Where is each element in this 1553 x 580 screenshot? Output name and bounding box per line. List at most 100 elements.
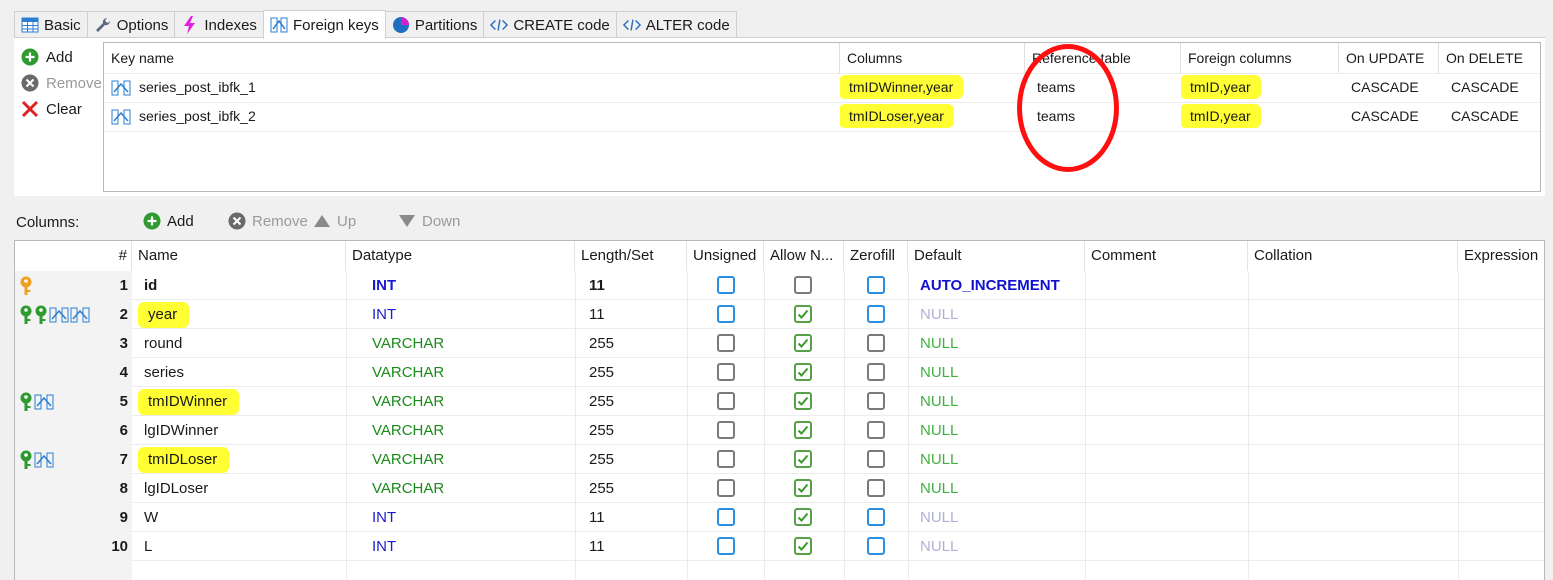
zerofill-checkbox[interactable] [867,276,885,294]
length-cell[interactable]: 255 [575,445,687,474]
fk-row-1-on-delete[interactable]: CASCADE [1439,73,1540,102]
tab-indexes[interactable]: Indexes [174,11,264,38]
tab-partitions[interactable]: Partitions [384,11,485,38]
unsigned-checkbox[interactable] [717,334,735,352]
fk-row-2-columns[interactable]: tmIDLoser,year [840,102,1025,131]
row-number[interactable]: 2 [75,300,132,329]
fk-header-key-name[interactable]: Key name [104,43,840,73]
default-cell[interactable]: NULL [908,503,1085,532]
fk-row-2-foreign-columns[interactable]: tmID,year [1181,102,1339,131]
column-down-button[interactable]: Down [397,211,460,231]
col-header-name[interactable]: Name [132,241,346,271]
unsigned-checkbox[interactable] [717,305,735,323]
tab-options[interactable]: Options [86,11,176,38]
fk-row-1-columns[interactable]: tmIDWinner,year [840,73,1025,102]
default-cell[interactable]: NULL [908,358,1085,387]
length-cell[interactable]: 255 [575,387,687,416]
col-header-default[interactable]: Default [908,241,1085,271]
tab-foreign-keys[interactable]: Foreign keys [262,10,386,39]
length-cell[interactable]: 255 [575,358,687,387]
fk-remove-button[interactable]: Remove [20,70,110,96]
column-name-cell[interactable]: round [132,329,346,358]
fk-header-columns[interactable]: Columns [840,43,1025,73]
col-header-datatype[interactable]: Datatype [346,241,575,271]
column-name-cell[interactable]: L [132,532,346,561]
tab-alter-code[interactable]: ALTER code [615,11,737,38]
allow-null-checkbox[interactable] [794,537,812,555]
row-number[interactable]: 6 [75,416,132,445]
unsigned-checkbox[interactable] [717,450,735,468]
allow-null-checkbox[interactable] [794,479,812,497]
column-name-cell[interactable]: W [132,503,346,532]
column-add-button[interactable]: Add [142,211,194,231]
col-header-comment[interactable]: Comment [1085,241,1248,271]
column-name-cell[interactable]: series [132,358,346,387]
default-cell[interactable]: NULL [908,445,1085,474]
allow-null-checkbox[interactable] [794,363,812,381]
zerofill-checkbox[interactable] [867,537,885,555]
length-cell[interactable]: 11 [575,503,687,532]
zerofill-checkbox[interactable] [867,421,885,439]
fk-clear-button[interactable]: Clear [20,96,110,122]
column-up-button[interactable]: Up [312,211,356,231]
unsigned-checkbox[interactable] [717,363,735,381]
column-name-cell[interactable]: tmIDLoser [132,445,346,474]
unsigned-checkbox[interactable] [717,479,735,497]
zerofill-checkbox[interactable] [867,334,885,352]
column-name-cell[interactable]: lgIDLoser [132,474,346,503]
row-number[interactable]: 8 [75,474,132,503]
tab-create-code[interactable]: CREATE code [483,11,617,38]
zerofill-checkbox[interactable] [867,363,885,381]
fk-row-1-key[interactable]: series_post_ibfk_1 [104,73,840,102]
col-header-expression[interactable]: Expression [1458,241,1544,271]
length-cell[interactable]: 11 [575,271,687,300]
allow-null-checkbox[interactable] [794,392,812,410]
datatype-cell[interactable]: INT [346,271,575,300]
row-number[interactable]: 5 [75,387,132,416]
length-cell[interactable]: 255 [575,416,687,445]
allow-null-checkbox[interactable] [794,421,812,439]
fk-row-2-on-delete[interactable]: CASCADE [1439,102,1540,131]
fk-add-button[interactable]: Add [20,44,110,70]
column-name-cell[interactable]: tmIDWinner [132,387,346,416]
default-cell[interactable]: NULL [908,300,1085,329]
column-name-cell[interactable]: year [132,300,346,329]
zerofill-checkbox[interactable] [867,392,885,410]
allow-null-checkbox[interactable] [794,450,812,468]
row-number[interactable]: 9 [75,503,132,532]
allow-null-checkbox[interactable] [794,508,812,526]
default-cell[interactable]: NULL [908,416,1085,445]
datatype-cell[interactable]: VARCHAR [346,416,575,445]
datatype-cell[interactable]: VARCHAR [346,387,575,416]
allow-null-checkbox[interactable] [794,334,812,352]
default-cell[interactable]: NULL [908,532,1085,561]
unsigned-checkbox[interactable] [717,421,735,439]
row-number[interactable]: 7 [75,445,132,474]
row-number[interactable]: 10 [75,532,132,561]
length-cell[interactable]: 255 [575,474,687,503]
fk-row-2-on-update[interactable]: CASCADE [1339,102,1439,131]
datatype-cell[interactable]: VARCHAR [346,445,575,474]
fk-row-2-key[interactable]: series_post_ibfk_2 [104,102,840,131]
datatype-cell[interactable]: INT [346,503,575,532]
col-header-length[interactable]: Length/Set [575,241,687,271]
allow-null-checkbox[interactable] [794,276,812,294]
fk-row-1-on-update[interactable]: CASCADE [1339,73,1439,102]
tab-basic[interactable]: Basic [14,11,88,38]
default-cell[interactable]: AUTO_INCREMENT [908,271,1085,300]
row-number[interactable]: 3 [75,329,132,358]
unsigned-checkbox[interactable] [717,392,735,410]
row-number[interactable]: 4 [75,358,132,387]
col-header-allow-null[interactable]: Allow N... [764,241,844,271]
zerofill-checkbox[interactable] [867,479,885,497]
default-cell[interactable]: NULL [908,474,1085,503]
col-header-collation[interactable]: Collation [1248,241,1458,271]
datatype-cell[interactable]: VARCHAR [346,329,575,358]
col-header-zerofill[interactable]: Zerofill [844,241,908,271]
fk-row-1-foreign-columns[interactable]: tmID,year [1181,73,1339,102]
length-cell[interactable]: 11 [575,300,687,329]
datatype-cell[interactable]: VARCHAR [346,474,575,503]
row-number[interactable]: 1 [75,271,132,300]
default-cell[interactable]: NULL [908,329,1085,358]
fk-header-foreign-columns[interactable]: Foreign columns [1181,43,1339,73]
